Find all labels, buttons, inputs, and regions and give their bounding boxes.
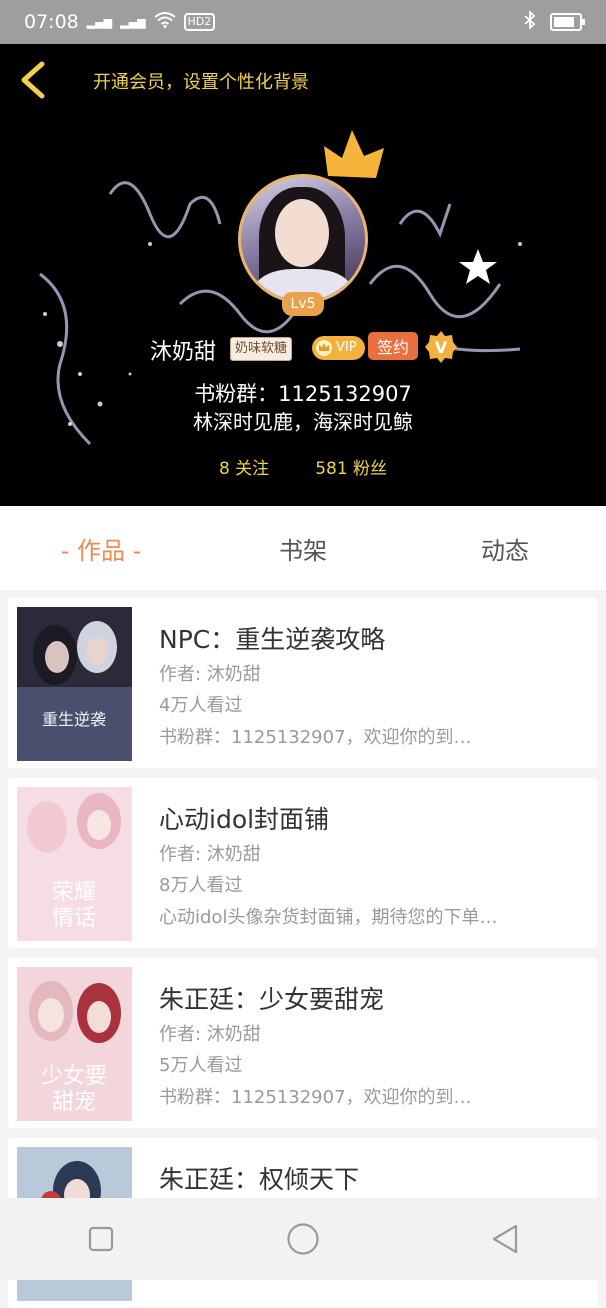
hd-indicator: HD2 (183, 13, 216, 31)
status-time: 07:08 (24, 11, 79, 33)
bluetooth-icon (524, 9, 536, 34)
svg-text:甜宠: 甜宠 (52, 1090, 96, 1115)
follow-stats: 8 关注 581 粉丝 (0, 454, 606, 479)
fan-group-text: 书粉群：1125132907 (194, 382, 412, 406)
vip-label: VIP (336, 340, 357, 355)
tab-bookshelf[interactable]: 书架 (202, 531, 404, 566)
tab-works[interactable]: - 作品 - (0, 531, 202, 566)
book-title: NPC：重生逆袭攻略 (159, 625, 386, 654)
following-count[interactable]: 8 关注 (219, 454, 269, 479)
square-icon (88, 1226, 114, 1252)
avatar[interactable] (238, 174, 368, 304)
book-title: 朱正廷：少女要甜宠 (159, 985, 385, 1014)
book-description: 书粉群：1125132907，欢迎你的到… (159, 1087, 472, 1108)
vip-badge: VIP (312, 336, 365, 360)
triangle-back-icon (492, 1224, 518, 1254)
profile-header: 开通会员，设置个性化背景 Lv5 沐奶甜 奶味软糖 VIP 签约 V 书粉群：1… (0, 44, 606, 506)
title-tag: 奶味软糖 (230, 337, 293, 361)
verified-v-icon: V (425, 331, 457, 363)
system-nav-bar (0, 1198, 606, 1280)
book-author: 作者: 沐奶甜 (159, 1024, 261, 1045)
crown-icon (324, 130, 384, 178)
book-author: 作者: 沐奶甜 (159, 664, 261, 685)
book-description: 书粉群：1125132907，欢迎你的到… (159, 727, 472, 748)
book-card[interactable]: 重生逆袭 NPC：重生逆袭攻略 作者: 沐奶甜 4万人看过 书粉群：112513… (8, 598, 598, 768)
svg-text:V: V (435, 338, 448, 357)
back-chevron-icon[interactable] (16, 60, 50, 100)
signed-badge: 签约 (368, 332, 418, 360)
book-views: 8万人看过 (159, 875, 243, 896)
circle-icon (287, 1223, 319, 1255)
status-bar: 07:08 ▂▄▆ ▂▄▆ HD2 (0, 0, 606, 44)
book-title: 心动idol封面铺 (159, 805, 330, 834)
svg-text:重生逆袭: 重生逆袭 (42, 710, 106, 729)
book-views: 4万人看过 (159, 695, 243, 716)
book-author: 作者: 沐奶甜 (159, 844, 261, 865)
book-title: 朱正廷：权倾天下 (159, 1165, 360, 1194)
back-button[interactable] (475, 1209, 535, 1269)
book-cover-image: 少女要 甜宠 (17, 967, 132, 1121)
home-button[interactable] (273, 1209, 333, 1269)
battery-icon (550, 13, 585, 31)
book-cover-image: 重生逆袭 (17, 607, 132, 761)
recent-apps-button[interactable] (71, 1209, 131, 1269)
username: 沐奶甜 (150, 340, 217, 365)
signal-icon: ▂▄▆ (86, 15, 113, 29)
wifi-icon (153, 11, 176, 33)
book-description: 心动idol头像杂货封面铺，期待您的下单… (159, 907, 498, 928)
book-card[interactable]: 少女要 甜宠 朱正廷：少女要甜宠 作者: 沐奶甜 5万人看过 书粉群：11251… (8, 958, 598, 1128)
svg-text:情话: 情话 (52, 906, 96, 931)
followers-count[interactable]: 581 粉丝 (315, 454, 387, 479)
profile-tabs: - 作品 - 书架 动态 (0, 506, 606, 590)
tab-feed[interactable]: 动态 (404, 531, 606, 566)
vip-crown-icon (316, 340, 332, 356)
set-background-link[interactable]: 开通会员，设置个性化背景 (93, 68, 309, 94)
signal-icon-2: ▂▄▆ (120, 15, 146, 29)
book-views: 5万人看过 (159, 1055, 243, 1076)
level-badge: Lv5 (282, 292, 324, 316)
book-cover-image: 荣耀 情话 (17, 787, 132, 941)
svg-text:少女要: 少女要 (41, 1064, 107, 1089)
svg-text:荣耀: 荣耀 (52, 880, 96, 905)
profile-motto: 林深时见鹿，海深时见鲸 (193, 410, 413, 434)
book-card[interactable]: 荣耀 情话 心动idol封面铺 作者: 沐奶甜 8万人看过 心动idol头像杂货… (8, 778, 598, 948)
